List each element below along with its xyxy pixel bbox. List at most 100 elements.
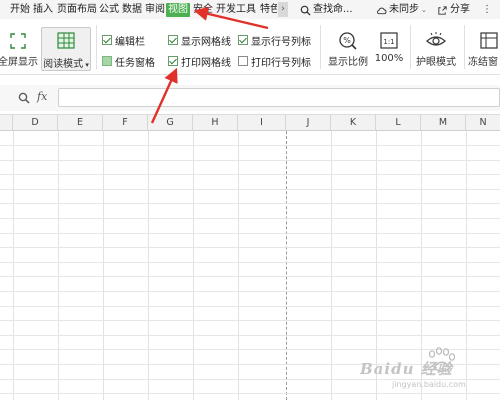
grid-row-line bbox=[0, 233, 500, 234]
sync-status[interactable]: 未同步 ⌄ bbox=[376, 3, 427, 17]
search-icon bbox=[300, 5, 311, 16]
sync-status-label: 未同步 bbox=[389, 4, 419, 15]
grid-row-line bbox=[0, 203, 500, 204]
eye-mode-button[interactable]: 护眼模式 bbox=[412, 31, 460, 68]
svg-text:1:1: 1:1 bbox=[383, 38, 394, 46]
zoom-percent-icon: % bbox=[339, 32, 357, 50]
search-command-label: 查找命... bbox=[313, 4, 353, 15]
formula-bar: fx bbox=[0, 85, 500, 111]
column-header-e[interactable]: E bbox=[58, 115, 103, 131]
print-gridlines-check-box[interactable] bbox=[168, 56, 178, 66]
show-gridlines-checkbox[interactable]: 显示网格线 bbox=[168, 33, 231, 48]
grid-row-line bbox=[0, 174, 500, 175]
cloud-icon bbox=[377, 7, 387, 14]
column-header-l[interactable]: L bbox=[376, 115, 421, 131]
tab-start[interactable]: 开始 bbox=[10, 3, 30, 17]
show-row-col-headers-check-box[interactable] bbox=[238, 35, 248, 45]
zoom-100-button[interactable]: 1:1 100% bbox=[372, 31, 406, 64]
print-row-col-headers-check-box[interactable] bbox=[238, 56, 248, 66]
reading-mode-label: 阅读模式 bbox=[43, 59, 84, 70]
column-header-j[interactable]: J bbox=[286, 115, 331, 131]
grid-row-line bbox=[0, 160, 500, 161]
edit-bar-checkbox[interactable]: 编辑栏 bbox=[102, 33, 145, 48]
grid-column-line bbox=[103, 131, 104, 400]
print-row-col-headers-label: 打印行号列标 bbox=[251, 57, 311, 69]
zoom-100-label: 100% bbox=[374, 53, 404, 64]
grid-column-line bbox=[238, 131, 239, 400]
ribbon-divider bbox=[320, 25, 321, 69]
show-row-col-headers-label: 显示行号列标 bbox=[251, 36, 311, 48]
print-row-col-headers-checkbox[interactable]: 打印行号列标 bbox=[238, 54, 311, 69]
reading-mode-button[interactable]: 阅读模式 ▾ bbox=[41, 27, 91, 71]
watermark-url: jingyan.baidu.com bbox=[392, 380, 466, 389]
column-header-k[interactable]: K bbox=[331, 115, 376, 131]
sync-dropdown-icon: ⌄ bbox=[421, 6, 427, 14]
more-tabs-chevron-icon[interactable]: › bbox=[278, 2, 288, 17]
ribbon-view: 全屏显示 阅读模式 ▾ 编辑栏 任务窗格 显示网格线 打印网格线 显示行号列标 … bbox=[0, 19, 500, 75]
grid-column-line bbox=[148, 131, 149, 400]
watermark-text: Baidu 经验 bbox=[360, 360, 453, 378]
grid-row-line bbox=[0, 276, 500, 277]
column-header-g[interactable]: G bbox=[148, 115, 193, 131]
print-gridlines-checkbox[interactable]: 打印网格线 bbox=[168, 54, 231, 69]
fx-icon[interactable]: fx bbox=[37, 90, 47, 103]
print-gridlines-label: 打印网格线 bbox=[181, 57, 231, 69]
freeze-panes-button[interactable]: 冻结窗 bbox=[468, 31, 500, 68]
ribbon-divider bbox=[410, 25, 411, 69]
zoom-button[interactable]: % 显示比例 bbox=[326, 31, 370, 68]
share-label: 分享 bbox=[450, 4, 470, 15]
tab-insert[interactable]: 插入 bbox=[33, 3, 53, 17]
search-command[interactable]: 查找命... bbox=[300, 3, 353, 17]
column-header-i[interactable]: I bbox=[238, 115, 286, 131]
grid-row-line bbox=[0, 306, 500, 307]
eye-mode-label: 护眼模式 bbox=[416, 57, 456, 68]
grid-column-line bbox=[58, 131, 59, 400]
grid-row-line bbox=[0, 218, 500, 219]
task-pane-checkbox[interactable]: 任务窗格 bbox=[102, 54, 155, 69]
column-header-f[interactable]: F bbox=[103, 115, 148, 131]
ribbon-divider bbox=[96, 25, 97, 69]
freeze-panes-label: 冻结窗 bbox=[468, 57, 498, 68]
ribbon-divider bbox=[464, 25, 465, 69]
tab-developer[interactable]: 开发工具 bbox=[216, 3, 256, 17]
column-header-d[interactable]: D bbox=[13, 115, 58, 131]
fullscreen-icon bbox=[10, 33, 26, 49]
fullscreen-button[interactable]: 全屏显示 bbox=[0, 31, 38, 68]
fullscreen-label: 全屏显示 bbox=[0, 57, 38, 68]
reading-mode-grid-icon bbox=[57, 32, 75, 49]
task-pane-check-box[interactable] bbox=[102, 56, 112, 66]
show-gridlines-check-box[interactable] bbox=[168, 35, 178, 45]
zoom-search-icon[interactable] bbox=[18, 92, 30, 104]
tab-data[interactable]: 数据 bbox=[122, 3, 142, 17]
column-header-n[interactable]: N bbox=[466, 115, 500, 131]
tab-security[interactable]: 安全 bbox=[193, 3, 213, 17]
baidu-jingyan-watermark: Baidu 经验 jingyan.baidu.com bbox=[358, 346, 498, 398]
task-pane-label: 任务窗格 bbox=[115, 57, 155, 69]
formula-input[interactable] bbox=[58, 88, 500, 107]
grid-row-line bbox=[0, 145, 500, 146]
edit-bar-check-box[interactable] bbox=[102, 35, 112, 45]
zoom-100-icon: 1:1 bbox=[380, 32, 398, 49]
zoom-label: 显示比例 bbox=[328, 57, 368, 68]
tab-view[interactable]: 视图 bbox=[166, 3, 190, 17]
page-break-line bbox=[286, 131, 287, 400]
share-icon bbox=[438, 5, 447, 15]
grid-row-line bbox=[0, 247, 500, 248]
grid-row-line bbox=[0, 189, 500, 190]
tab-features[interactable]: 特色 bbox=[260, 3, 277, 17]
share-button[interactable]: 分享 bbox=[437, 3, 470, 17]
show-row-col-headers-checkbox[interactable]: 显示行号列标 bbox=[238, 33, 311, 48]
grid-column-line bbox=[331, 131, 332, 400]
tab-review[interactable]: 审阅 bbox=[145, 3, 165, 17]
column-header-h[interactable]: H bbox=[193, 115, 238, 131]
column-header-partial[interactable] bbox=[0, 115, 13, 131]
tab-formulas[interactable]: 公式 bbox=[99, 3, 119, 17]
reading-mode-dropdown-icon: ▾ bbox=[83, 61, 89, 69]
more-options-icon[interactable]: ⋮ bbox=[482, 3, 492, 17]
svg-text:%: % bbox=[343, 36, 351, 45]
edit-bar-label: 编辑栏 bbox=[115, 36, 145, 48]
show-gridlines-label: 显示网格线 bbox=[181, 36, 231, 48]
column-header-m[interactable]: M bbox=[421, 115, 466, 131]
tab-page-layout[interactable]: 页面布局 bbox=[57, 3, 97, 17]
column-headers: D E F G H I J K L M N bbox=[0, 114, 500, 131]
